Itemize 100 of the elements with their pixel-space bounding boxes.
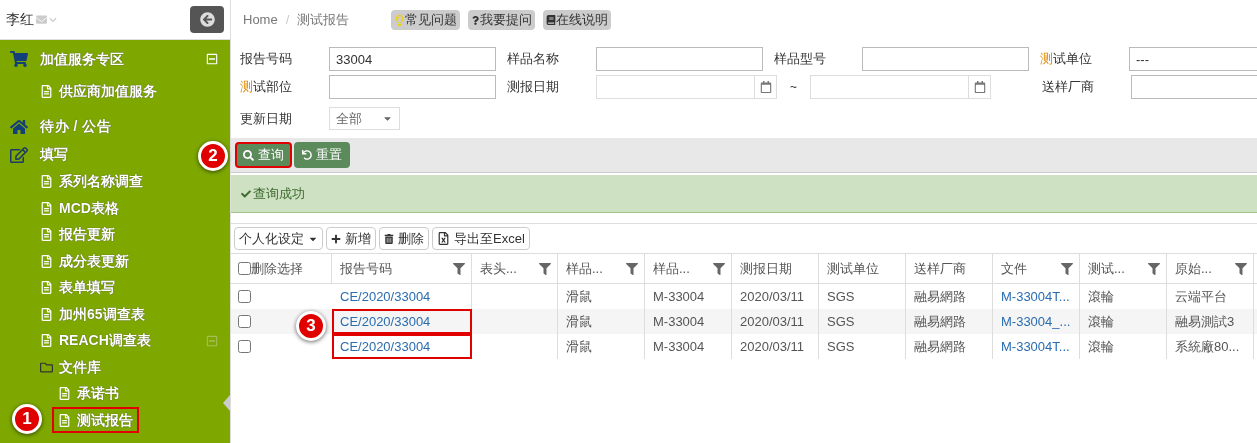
document-icon bbox=[40, 84, 53, 98]
toolbar-button[interactable]: 新增 bbox=[326, 227, 376, 250]
table-cell-text: 云端平台 bbox=[1175, 287, 1227, 306]
table-cell-text: 滑鼠 bbox=[566, 312, 592, 331]
document-icon bbox=[58, 413, 71, 427]
book-icon bbox=[546, 15, 557, 25]
step-number-badge: 3 bbox=[296, 311, 326, 341]
filter-icon[interactable] bbox=[1148, 262, 1160, 275]
help-button[interactable]: 常见问题 bbox=[391, 10, 461, 30]
filter-icon[interactable] bbox=[453, 262, 465, 275]
check-icon bbox=[241, 188, 251, 199]
collapse-handle-icon[interactable] bbox=[223, 395, 230, 411]
input-field[interactable] bbox=[596, 47, 763, 71]
input-field[interactable] bbox=[1131, 75, 1257, 99]
edit-icon bbox=[10, 145, 28, 164]
sidebar-toggle-button[interactable] bbox=[190, 6, 224, 33]
document-icon bbox=[40, 254, 53, 268]
document-icon bbox=[40, 281, 53, 295]
dropdown-caret-icon bbox=[49, 15, 57, 24]
user-name: 李红 bbox=[6, 10, 34, 29]
input-field[interactable]: --- bbox=[1129, 47, 1257, 71]
table-cell-text: 融易網路 bbox=[914, 312, 966, 331]
table-cell-text: 滾輪 bbox=[1088, 337, 1114, 356]
step-number-badge: 1 bbox=[12, 404, 42, 434]
table-cell-text: SGS bbox=[827, 312, 855, 331]
column-header[interactable]: 送样厂商 bbox=[914, 258, 966, 279]
document-icon bbox=[58, 387, 71, 401]
date-field[interactable] bbox=[810, 75, 991, 99]
table-link[interactable]: CE/2020/33004 bbox=[340, 311, 431, 332]
table-cell-text: 滑鼠 bbox=[566, 337, 592, 356]
document-icon bbox=[40, 201, 53, 215]
field-label: 更新日期 bbox=[240, 109, 293, 128]
column-header[interactable]: 测报日期 bbox=[740, 258, 792, 279]
select-field[interactable]: 全部 bbox=[329, 107, 400, 130]
table-link[interactable]: M-33004_... bbox=[1001, 311, 1071, 332]
filter-icon[interactable] bbox=[713, 262, 725, 275]
table-cell-text: 2020/03/11 bbox=[740, 287, 805, 306]
back-arrow-icon bbox=[199, 12, 215, 27]
search-button[interactable]: 查询 bbox=[235, 142, 292, 168]
date-field[interactable] bbox=[596, 75, 777, 99]
field-label: 测报日期 bbox=[507, 78, 560, 97]
row-checkbox[interactable] bbox=[238, 290, 251, 303]
column-header[interactable]: 表头... bbox=[480, 258, 517, 279]
collapse-icon[interactable] bbox=[206, 53, 218, 65]
table-cell-text: 2020/03/11 bbox=[740, 312, 805, 331]
toolbar-button[interactable]: 个人化设定 bbox=[234, 227, 323, 250]
toolbar-button[interactable]: 删除 bbox=[379, 227, 429, 250]
excel-file-icon bbox=[437, 232, 450, 245]
mail-icon bbox=[36, 14, 47, 25]
undo-icon bbox=[302, 150, 312, 160]
row-checkbox[interactable] bbox=[238, 315, 251, 328]
row-checkbox[interactable] bbox=[238, 340, 251, 353]
table-link[interactable]: M-33004T... bbox=[1001, 286, 1070, 307]
home-icon bbox=[10, 117, 28, 136]
table-cell-text: M-33004 bbox=[653, 312, 705, 331]
column-header[interactable]: 原始... bbox=[1175, 258, 1212, 279]
help-button[interactable]: 我要提问 bbox=[468, 10, 536, 30]
column-header[interactable]: 样品... bbox=[653, 258, 690, 279]
column-header[interactable]: 样品... bbox=[566, 258, 603, 279]
lightbulb-icon bbox=[394, 14, 406, 26]
toolbar-button[interactable]: 导出至Excel bbox=[432, 227, 530, 250]
input-field[interactable] bbox=[862, 47, 1029, 71]
trash-icon bbox=[384, 233, 394, 244]
column-header[interactable]: 测试... bbox=[1088, 258, 1125, 279]
input-field[interactable] bbox=[329, 75, 496, 99]
breadcrumb-separator: / bbox=[285, 11, 290, 30]
column-header[interactable]: 测试单位 bbox=[827, 258, 879, 279]
breadcrumb-link[interactable]: Home bbox=[243, 10, 278, 30]
field-label: 送样厂商 bbox=[1042, 78, 1095, 97]
search-icon bbox=[243, 149, 254, 161]
document-icon bbox=[40, 175, 53, 189]
table-link[interactable]: M-33004T... bbox=[1001, 336, 1070, 357]
table-cell-text: 融易網路 bbox=[914, 287, 966, 306]
breadcrumb-current: 测试报告 bbox=[297, 11, 350, 30]
field-label: 测试单位 bbox=[1040, 50, 1093, 69]
table-cell-text: SGS bbox=[827, 337, 855, 356]
table-cell-text: M-33004 bbox=[653, 287, 705, 306]
document-icon bbox=[40, 228, 53, 242]
table-cell-text: 2020/03/11 bbox=[740, 337, 805, 356]
column-header: 删除选择 bbox=[251, 259, 303, 278]
column-header[interactable]: 报告号码 bbox=[340, 258, 392, 279]
folder-icon bbox=[40, 360, 53, 374]
table-cell-text: 滑鼠 bbox=[566, 287, 592, 306]
filter-icon[interactable] bbox=[539, 262, 551, 275]
help-button[interactable]: 在线说明 bbox=[543, 10, 612, 30]
table-cell-text: 系統廠80... bbox=[1175, 337, 1240, 356]
table-link[interactable]: CE/2020/33004 bbox=[340, 286, 431, 307]
filter-icon[interactable] bbox=[626, 262, 638, 275]
input-field[interactable]: 33004 bbox=[329, 47, 496, 71]
document-icon bbox=[40, 307, 53, 321]
reset-button[interactable]: 重置 bbox=[294, 142, 350, 168]
column-header[interactable]: 文件 bbox=[1001, 258, 1027, 279]
calendar-icon bbox=[973, 81, 986, 93]
table-cell-text: 滾輪 bbox=[1088, 287, 1114, 306]
table-cell-text: M-33004 bbox=[653, 337, 705, 356]
filter-icon[interactable] bbox=[1235, 262, 1247, 275]
table-link[interactable]: CE/2020/33004 bbox=[340, 336, 431, 357]
table-cell-text: 融易測試3 bbox=[1175, 312, 1235, 331]
select-all-checkbox[interactable] bbox=[238, 262, 251, 275]
filter-icon[interactable] bbox=[1061, 262, 1073, 275]
